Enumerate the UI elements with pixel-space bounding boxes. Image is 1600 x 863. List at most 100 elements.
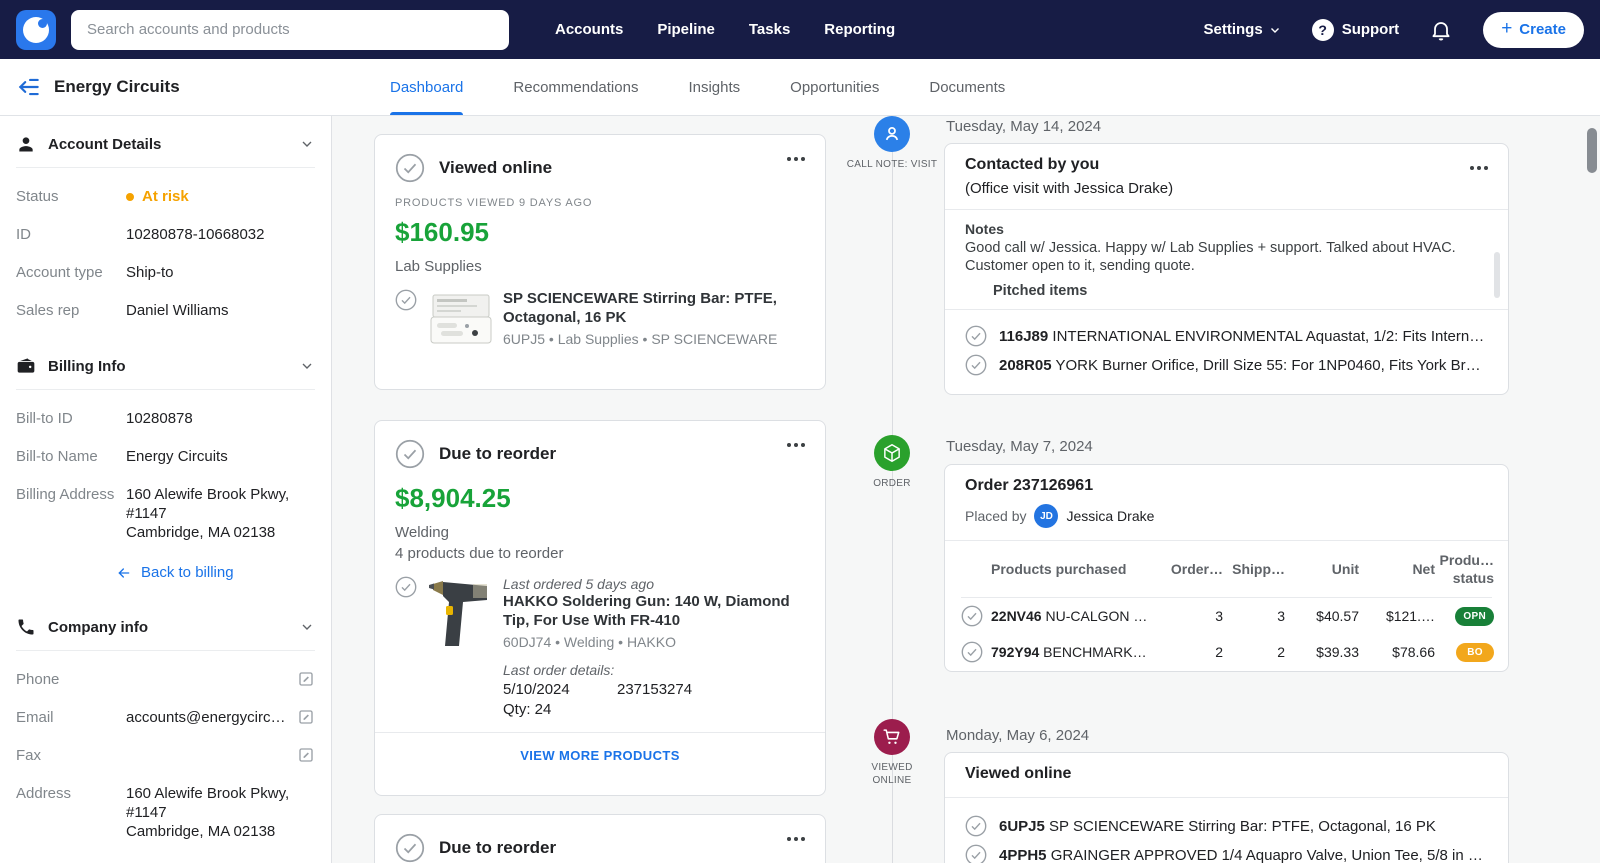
billing-address-label: Billing Address (16, 486, 115, 503)
chevron-down-icon (302, 363, 312, 369)
bell-icon[interactable] (1429, 18, 1453, 42)
tab-opportunities[interactable]: Opportunities (790, 59, 879, 115)
col-products: Products purchased (991, 561, 1127, 577)
back-to-list-icon[interactable] (16, 74, 42, 100)
check-circle-icon[interactable] (961, 605, 983, 627)
status-badge: BO (1456, 643, 1494, 662)
check-circle-icon[interactable] (965, 354, 987, 376)
nav-reporting[interactable]: Reporting (824, 21, 895, 38)
product-meta: 6UPJ5 • Lab Supplies • SP SCIENCEWARE (503, 331, 778, 347)
check-circle-icon[interactable] (395, 576, 417, 598)
search-input[interactable] (71, 9, 509, 50)
product-image (429, 581, 487, 646)
edit-icon[interactable] (297, 670, 315, 688)
product-meta: 60DJ74 • Welding • HAKKO (503, 634, 676, 650)
check-circle-icon[interactable] (395, 833, 425, 863)
tab-recommendations[interactable]: Recommendations (513, 59, 638, 115)
last-order-details-label: Last order details: (503, 662, 615, 678)
viewed-item-row: 6UPJ5 SP SCIENCEWARE Stirring Bar: PTFE,… (965, 815, 1488, 837)
check-circle-icon[interactable] (395, 289, 417, 311)
product-name: HAKKO Soldering Gun: 140 W, Diamond Tip,… (503, 593, 790, 629)
order-marker-icon (874, 435, 910, 471)
back-to-billing-link[interactable]: Back to billing (116, 564, 315, 581)
check-circle-icon[interactable] (961, 641, 983, 663)
section-billing-info[interactable]: Billing Info (16, 356, 315, 390)
event-title: Viewed online (965, 765, 1072, 782)
notes-scrollbar[interactable] (1494, 252, 1500, 298)
card-amount: $8,904.25 (395, 483, 511, 513)
card-category: Welding (395, 524, 449, 541)
card-note: 4 products due to reorder (395, 545, 564, 562)
tab-documents[interactable]: Documents (929, 59, 1005, 115)
fax-label: Fax (16, 747, 42, 764)
company-address-label: Address (16, 785, 72, 802)
check-circle-icon[interactable] (965, 815, 987, 837)
company-address-value: 160 Alewife Brook Pkwy, #1147 Cambridge,… (126, 785, 290, 840)
edit-icon[interactable] (297, 746, 315, 764)
cart-icon (883, 729, 900, 744)
nav-tasks[interactable]: Tasks (749, 21, 790, 38)
card-subtitle: PRODUCTS VIEWED 9 DAYS AGO (395, 197, 593, 209)
billto-id-label: Bill-to ID (16, 410, 73, 427)
order-title: Order 237126961 (965, 477, 1094, 494)
check-circle-icon[interactable] (965, 325, 987, 347)
check-circle-icon[interactable] (965, 844, 987, 863)
account-header: Energy Circuits Dashboard Recommendation… (0, 59, 1600, 116)
help-icon: ? (1311, 18, 1334, 41)
kebab-menu-icon[interactable] (787, 837, 805, 841)
section-title: Company info (48, 618, 148, 636)
product-row: Last ordered 5 days ago HAKKO Soldering … (395, 576, 805, 718)
col-shipped: Shipp… (1232, 561, 1285, 577)
kebab-menu-icon[interactable] (787, 157, 805, 161)
section-account-details[interactable]: Account Details (16, 134, 315, 168)
account-type-value: Ship-to (126, 264, 174, 281)
create-button[interactable]: + Create (1483, 11, 1584, 48)
status-dot-icon (126, 192, 134, 201)
avatar: JD (1034, 504, 1059, 528)
call-note-marker-label: CALL NOTE: VISIT (846, 159, 938, 170)
sales-rep-label: Sales rep (16, 302, 80, 319)
section-company-info[interactable]: Company info (16, 617, 315, 651)
view-more-products-link[interactable]: VIEW MORE PRODUCTS (520, 748, 680, 763)
nav-accounts[interactable]: Accounts (555, 21, 623, 38)
feed-column: Viewed online PRODUCTS VIEWED 9 DAYS AGO… (374, 134, 826, 863)
placed-by-label: Placed by (965, 508, 1027, 524)
feed-card-due-to-reorder-2: Due to reorder (374, 814, 826, 863)
primary-nav: Accounts Pipeline Tasks Reporting (555, 21, 895, 38)
timeline-card-viewed-online: Viewed online 6UPJ5 SP SCIENCEWARE Stirr… (944, 752, 1509, 863)
check-circle-icon[interactable] (395, 439, 425, 469)
feed-card-viewed-online: Viewed online PRODUCTS VIEWED 9 DAYS AGO… (374, 134, 826, 390)
tab-dashboard[interactable]: Dashboard (390, 59, 464, 115)
settings-menu[interactable]: Settings (1204, 21, 1282, 38)
timeline-date: Tuesday, May 7, 2024 (946, 438, 1093, 455)
notes-text: Good call w/ Jessica. Happy w/ Lab Suppl… (965, 240, 1456, 274)
page-scrollbar-thumb[interactable] (1587, 128, 1597, 173)
timeline-card-call-note: Contacted by you (Office visit with Jess… (944, 143, 1509, 395)
order-products-table: Products purchased Order… Shipp… Unit Ne… (945, 541, 1508, 670)
arrow-left-icon (118, 567, 130, 578)
billto-name-label: Bill-to Name (16, 448, 98, 465)
timeline-date: Tuesday, May 14, 2024 (946, 118, 1102, 135)
app-logo-icon (16, 9, 56, 50)
notes-section: Notes Good call w/ Jessica. Happy w/ Lab… (945, 210, 1508, 309)
support-menu[interactable]: ? Support (1311, 18, 1399, 41)
product-image (430, 294, 492, 344)
col-net: Net (1412, 561, 1435, 577)
viewed-online-marker-icon (874, 719, 910, 755)
kebab-menu-icon[interactable] (1470, 166, 1488, 170)
kebab-menu-icon[interactable] (787, 443, 805, 447)
last-ordered-note: Last ordered 5 days ago (503, 576, 654, 592)
status-badge: At risk (126, 187, 315, 206)
person-icon (19, 137, 33, 152)
product-name: SP SCIENCEWARE Stirring Bar: PTFE, Octag… (503, 290, 777, 326)
timeline-date: Monday, May 6, 2024 (946, 727, 1090, 744)
event-subtitle: (Office visit with Jessica Drake) (965, 180, 1174, 197)
edit-icon[interactable] (297, 708, 315, 726)
nav-pipeline[interactable]: Pipeline (657, 21, 715, 38)
person-outline-icon (885, 126, 899, 141)
phone-icon (18, 619, 34, 635)
check-circle-icon[interactable] (395, 153, 425, 183)
tab-insights[interactable]: Insights (688, 59, 740, 115)
dashboard-main: Viewed online PRODUCTS VIEWED 9 DAYS AGO… (332, 116, 1600, 863)
pitched-item-row: 208R05 YORK Burner Orifice, Drill Size 5… (965, 354, 1488, 376)
